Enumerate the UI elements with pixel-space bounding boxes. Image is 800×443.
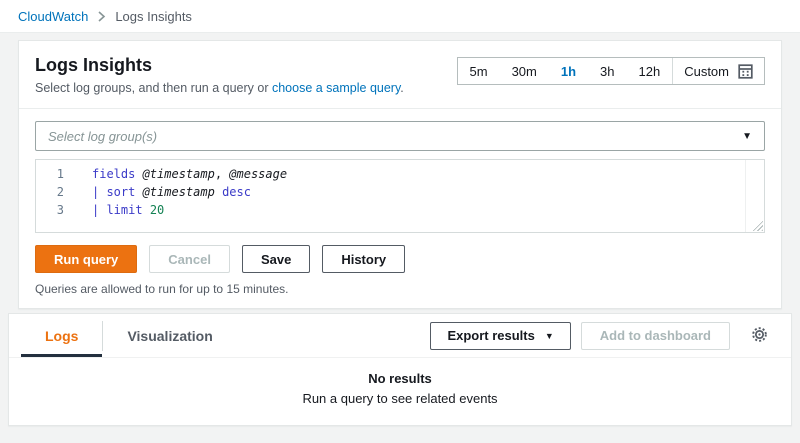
time-range-option[interactable]: 30m bbox=[500, 58, 549, 84]
settings-button[interactable] bbox=[748, 323, 771, 349]
code-line: 1 fields @timestamp, @message bbox=[36, 165, 764, 183]
editor-scrollbar-gutter bbox=[745, 160, 746, 232]
code-line: 3 | limit 20 bbox=[36, 201, 764, 219]
sample-query-link[interactable]: choose a sample query bbox=[272, 81, 400, 95]
card-header: Logs Insights Select log groups, and the… bbox=[19, 41, 781, 109]
time-range-option[interactable]: 5m bbox=[458, 58, 500, 84]
empty-state: No results Run a query to see related ev… bbox=[9, 358, 791, 406]
calendar-icon bbox=[738, 64, 753, 79]
code-line: 2 | sort @timestamp desc bbox=[36, 183, 764, 201]
logs-insights-card: Logs Insights Select log groups, and the… bbox=[18, 40, 782, 309]
log-group-placeholder: Select log group(s) bbox=[48, 129, 742, 144]
line-number: 2 bbox=[36, 183, 76, 201]
save-button[interactable]: Save bbox=[242, 245, 310, 273]
breadcrumb-cloudwatch-link[interactable]: CloudWatch bbox=[18, 9, 88, 24]
editor-resize-handle[interactable] bbox=[750, 218, 763, 231]
line-number: 3 bbox=[36, 201, 76, 219]
query-editor[interactable]: 1 fields @timestamp, @message 2 | sort @tim… bbox=[35, 159, 765, 233]
page-title: Logs Insights bbox=[35, 54, 404, 76]
log-group-select[interactable]: Select log group(s) ▼ bbox=[35, 121, 765, 151]
subtitle-period: . bbox=[400, 81, 403, 95]
code-line-content: | sort @timestamp desc bbox=[92, 183, 251, 201]
time-range-option[interactable]: 1h bbox=[549, 58, 588, 84]
custom-label: Custom bbox=[684, 64, 729, 79]
dropdown-caret-icon: ▼ bbox=[742, 131, 752, 142]
empty-state-message: Run a query to see related events bbox=[9, 391, 791, 406]
time-range-selector: 5m 30m 1h 3h 12h Custom bbox=[457, 57, 766, 85]
query-time-limit-note: Queries are allowed to run for up to 15 … bbox=[35, 282, 765, 296]
gear-icon bbox=[750, 325, 769, 347]
dropdown-caret-icon: ▼ bbox=[545, 331, 554, 341]
query-actions: Run query Cancel Save History bbox=[35, 245, 765, 273]
code-line-content: | limit 20 bbox=[92, 201, 164, 219]
results-actions: Export results ▼ Add to dashboard bbox=[430, 322, 779, 350]
time-range-option[interactable]: 12h bbox=[627, 58, 673, 84]
header-text: Logs Insights Select log groups, and the… bbox=[35, 54, 404, 96]
history-button[interactable]: History bbox=[322, 245, 405, 273]
query-editor-code: 1 fields @timestamp, @message 2 | sort @tim… bbox=[36, 165, 764, 219]
chevron-right-icon bbox=[97, 10, 106, 23]
time-range-custom-button[interactable]: Custom bbox=[673, 58, 764, 84]
code-line-content: fields @timestamp, @message bbox=[92, 165, 287, 183]
subtitle-text: Select log groups, and then run a query … bbox=[35, 81, 272, 95]
results-panel: Logs Visualization Export results ▼ Add … bbox=[8, 313, 792, 426]
page-subtitle: Select log groups, and then run a query … bbox=[35, 80, 404, 96]
export-results-label: Export results bbox=[447, 328, 534, 343]
cancel-button[interactable]: Cancel bbox=[149, 245, 230, 273]
tab-visualization[interactable]: Visualization bbox=[103, 314, 236, 357]
time-range-option[interactable]: 3h bbox=[588, 58, 626, 84]
line-number: 1 bbox=[36, 165, 76, 183]
empty-state-title: No results bbox=[9, 371, 791, 386]
results-tabs: Logs Visualization Export results ▼ Add … bbox=[9, 314, 791, 358]
breadcrumb: CloudWatch Logs Insights bbox=[0, 0, 800, 33]
breadcrumb-current-page: Logs Insights bbox=[115, 9, 192, 24]
export-results-button[interactable]: Export results ▼ bbox=[430, 322, 570, 350]
card-body: Select log group(s) ▼ 1 fields @timestamp… bbox=[19, 109, 781, 308]
add-to-dashboard-button[interactable]: Add to dashboard bbox=[581, 322, 730, 350]
run-query-button[interactable]: Run query bbox=[35, 245, 137, 273]
tab-logs[interactable]: Logs bbox=[21, 314, 102, 357]
